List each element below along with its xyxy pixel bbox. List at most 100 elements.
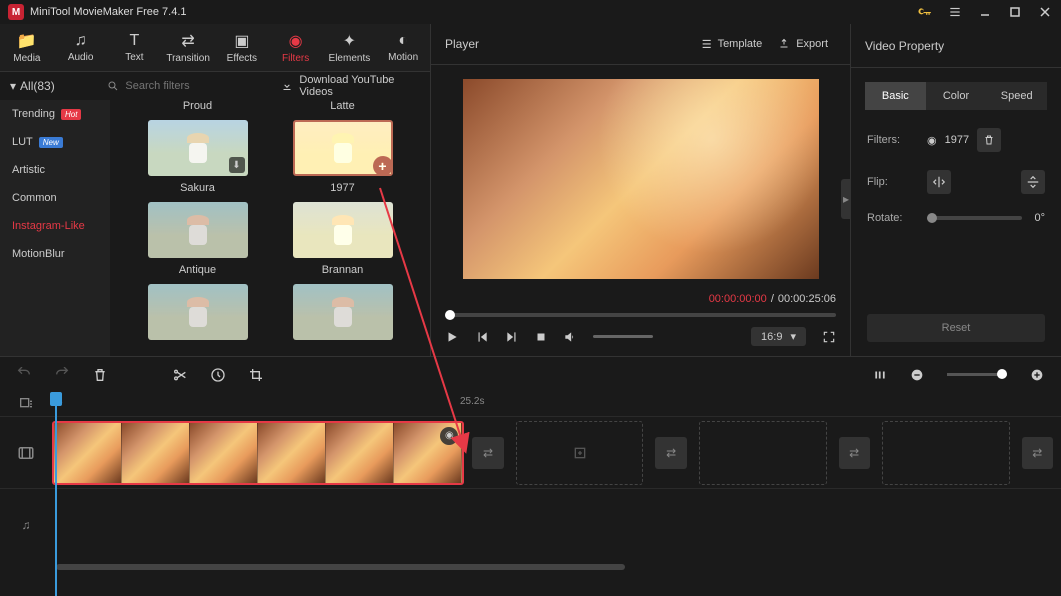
motion-icon: ◐ — [398, 32, 408, 50]
tab-filters[interactable]: ◉Filters — [269, 24, 323, 71]
flip-horizontal-button[interactable] — [927, 170, 951, 194]
fullscreen-button[interactable] — [822, 330, 836, 344]
key-icon[interactable] — [917, 4, 933, 20]
prev-button[interactable] — [475, 330, 489, 344]
category-lut[interactable]: LUTNew — [0, 128, 110, 156]
search-input[interactable] — [125, 80, 267, 92]
tab-media[interactable]: 📁Media — [0, 24, 54, 71]
filter-icon: ◉ — [289, 31, 303, 51]
transition-slot[interactable]: ⇄ — [839, 437, 870, 469]
time-total: 00:00:25:06 — [778, 293, 836, 305]
empty-clip-slot[interactable] — [882, 421, 1010, 485]
tab-motion[interactable]: ◐Motion — [376, 24, 430, 71]
app-logo: M — [8, 4, 24, 20]
clip-filter-icon: ◉ — [440, 427, 458, 445]
zoom-slider[interactable] — [947, 373, 1007, 376]
empty-clip-slot[interactable] — [699, 421, 827, 485]
tab-text[interactable]: TText — [108, 24, 162, 71]
chevron-down-icon: ▾ — [790, 330, 796, 343]
filter-applied-name: 1977 — [945, 134, 969, 146]
filter-item[interactable] — [140, 284, 255, 340]
transition-slot[interactable]: ⇄ — [472, 437, 503, 469]
tab-transition[interactable]: ⇄Transition — [161, 24, 215, 71]
template-icon: ☰ — [702, 38, 712, 51]
filter-label: Latte — [285, 100, 400, 112]
fit-button[interactable] — [873, 368, 887, 382]
tab-effects[interactable]: ▣Effects — [215, 24, 269, 71]
category-trending[interactable]: TrendingHot — [0, 100, 110, 128]
volume-button[interactable] — [563, 330, 577, 344]
undo-button[interactable] — [16, 367, 32, 383]
speed-button[interactable] — [210, 367, 226, 383]
category-common[interactable]: Common — [0, 184, 110, 212]
split-button[interactable] — [172, 367, 188, 383]
close-icon[interactable] — [1037, 4, 1053, 20]
next-button[interactable] — [505, 330, 519, 344]
video-clip[interactable]: ◉ — [52, 421, 464, 485]
timeline-ruler[interactable]: 0s 25.2s — [52, 392, 1061, 416]
video-preview — [463, 79, 819, 279]
delete-filter-button[interactable] — [977, 128, 1001, 152]
export-button[interactable]: Export — [770, 34, 836, 54]
add-filter-icon[interactable]: + — [373, 156, 393, 176]
audio-track-head[interactable]: ♫ — [0, 489, 52, 560]
volume-slider[interactable] — [593, 335, 653, 338]
aspect-ratio-select[interactable]: 16:9▾ — [751, 327, 806, 346]
empty-clip-slot[interactable] — [516, 421, 644, 485]
minimize-icon[interactable] — [977, 4, 993, 20]
effects-icon: ▣ — [234, 31, 249, 51]
elements-icon: ✦ — [343, 31, 356, 51]
tab-audio[interactable]: ♫Audio — [54, 24, 108, 71]
music-icon: ♫ — [75, 32, 87, 50]
reset-button[interactable]: Reset — [867, 314, 1045, 342]
flip-vertical-button[interactable] — [1021, 170, 1045, 194]
redo-button[interactable] — [54, 367, 70, 383]
filter-1977[interactable]: + 1977 — [285, 120, 400, 194]
app-title: MiniTool MovieMaker Free 7.4.1 — [30, 6, 917, 18]
rotate-slider[interactable] — [927, 216, 1022, 220]
category-motionblur[interactable]: MotionBlur — [0, 240, 110, 268]
filter-brannan[interactable]: Brannan — [285, 202, 400, 276]
transition-slot[interactable]: ⇄ — [1022, 437, 1053, 469]
tab-elements[interactable]: ✦Elements — [323, 24, 377, 71]
filters-grid: Proud Latte ⬇ Sakura + 1977 Antique Bran… — [110, 100, 430, 356]
transition-slot[interactable]: ⇄ — [655, 437, 686, 469]
tab-speed[interactable]: Speed — [986, 82, 1047, 110]
player-panel: Player ☰Template Export ▸ 00:00:00:00 / … — [430, 24, 850, 356]
search-filters[interactable] — [103, 80, 271, 92]
export-icon — [778, 38, 790, 50]
category-all[interactable]: ▾ All(83) — [0, 79, 103, 93]
menu-icon[interactable] — [947, 4, 963, 20]
category-instagram-like[interactable]: Instagram-Like — [0, 212, 110, 240]
stop-button[interactable] — [535, 331, 547, 343]
zoom-out-button[interactable] — [909, 367, 925, 383]
filter-applied-icon: ◉ — [927, 134, 937, 147]
template-button[interactable]: ☰Template — [694, 34, 771, 55]
crop-button[interactable] — [248, 367, 264, 383]
play-button[interactable] — [445, 330, 459, 344]
progress-bar[interactable] — [445, 313, 836, 317]
category-artistic[interactable]: Artistic — [0, 156, 110, 184]
filter-sakura[interactable]: ⬇ Sakura — [140, 120, 255, 194]
timeline-scrollbar[interactable] — [56, 564, 1005, 572]
delete-button[interactable] — [92, 367, 108, 383]
search-icon — [107, 80, 119, 92]
tab-basic[interactable]: Basic — [865, 82, 926, 110]
download-icon — [281, 80, 293, 92]
zoom-in-button[interactable] — [1029, 367, 1045, 383]
download-youtube-button[interactable]: Download YouTube Videos — [271, 74, 430, 98]
filter-item[interactable] — [285, 284, 400, 340]
add-track-button[interactable] — [0, 392, 52, 416]
property-panel: Video Property Basic Color Speed Filters… — [850, 24, 1061, 356]
audio-track[interactable] — [52, 489, 1061, 560]
timeline: 0s 25.2s ◉ ⇄ ⇄ ⇄ ⇄ ♫ — [0, 392, 1061, 596]
rotate-label: Rotate: — [867, 212, 915, 224]
playhead[interactable] — [55, 392, 57, 596]
video-track-head[interactable] — [0, 417, 52, 488]
tab-color[interactable]: Color — [926, 82, 987, 110]
maximize-icon[interactable] — [1007, 4, 1023, 20]
filters-label: Filters: — [867, 134, 915, 146]
panel-expand-handle[interactable]: ▸ — [841, 179, 851, 219]
filter-antique[interactable]: Antique — [140, 202, 255, 276]
filter-category-list: TrendingHot LUTNew Artistic Common Insta… — [0, 100, 110, 356]
